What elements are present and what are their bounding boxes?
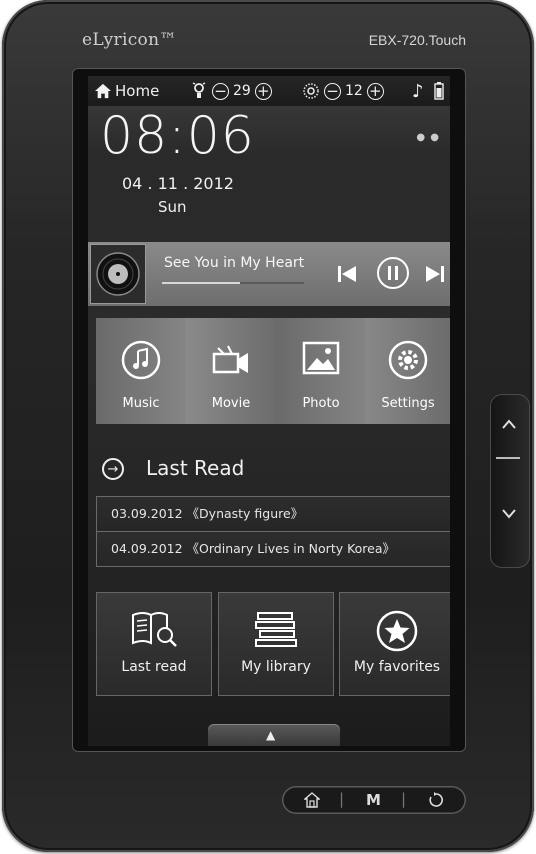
app-settings[interactable]: Settings (366, 318, 450, 424)
bulb-plus-button[interactable]: + (254, 82, 272, 100)
home-label: Home (115, 82, 160, 100)
music-note-icon (121, 340, 161, 380)
music-player-bar[interactable]: See You in My Heart (88, 242, 450, 306)
page-turn-keys (490, 394, 530, 568)
pause-button[interactable] (377, 257, 409, 289)
tile-my-favorites-label: My favorites (353, 659, 441, 675)
brightness-value: 12 (345, 83, 363, 99)
chevron-down-icon (502, 509, 516, 519)
nav-divider: | (401, 790, 407, 808)
model-name: EBX-720.Touch (368, 32, 466, 48)
screen-frame: Home − 29 + − 12 + ♪ 08:06 04 . 11 . 201… (72, 68, 466, 752)
app-movie[interactable]: Movie (186, 318, 276, 424)
home-outline-icon (303, 792, 321, 808)
bulb-minus-button[interactable]: − (212, 82, 229, 100)
tile-last-read[interactable]: Last read (96, 592, 212, 696)
app-launcher: Music Movie Photo Settings (96, 318, 450, 424)
sun-icon (303, 83, 319, 99)
last-read-item[interactable]: 03.09.2012 《Dynasty figure》 (96, 496, 450, 532)
tile-last-read-label: Last read (121, 659, 187, 675)
tile-my-library-label: My library (241, 659, 311, 675)
star-icon (376, 610, 418, 652)
brightness-minus-button[interactable]: − (324, 82, 341, 100)
pause-icon (388, 266, 398, 280)
hardware-menu-button[interactable]: M (366, 791, 381, 809)
app-photo-label: Photo (302, 396, 340, 411)
hardware-home-button[interactable] (303, 792, 321, 812)
pull-up-tab[interactable]: ▲ (208, 724, 340, 746)
song-title: See You in My Heart (164, 255, 305, 271)
page-indicator: ● ● (416, 132, 440, 143)
music-note-status-icon: ♪ (412, 80, 424, 102)
triangle-up-icon: ▲ (266, 728, 276, 742)
nav-divider: | (339, 790, 345, 808)
song-progress[interactable] (162, 282, 304, 284)
home-icon (95, 83, 111, 99)
brand-logo: eLyricon™ (82, 30, 177, 50)
app-movie-label: Movie (211, 396, 251, 411)
display: Home − 29 + − 12 + ♪ 08:06 04 . 11 . 201… (88, 76, 450, 746)
song-progress-fill (162, 282, 241, 284)
next-track-button[interactable] (426, 266, 444, 282)
clock-time: 08:06 (100, 106, 255, 166)
last-read-list: 03.09.2012 《Dynasty figure》 04.09.2012 《… (96, 496, 450, 567)
status-bar: Home − 29 + − 12 + ♪ (88, 76, 450, 107)
open-book-search-icon (132, 612, 177, 647)
previous-track-button[interactable] (338, 266, 356, 282)
rotate-icon (429, 792, 443, 807)
hardware-back-button[interactable] (428, 792, 444, 812)
clock-day: Sun (158, 198, 187, 216)
gear-icon (388, 340, 428, 380)
clock-date: 04 . 11 . 2012 (122, 174, 234, 193)
ereader-device: eLyricon™ EBX-720.Touch Home − 29 + − 12… (2, 0, 534, 852)
shortcut-tiles: Last read My library My favorites (96, 592, 450, 696)
vinyl-disc-icon (96, 252, 140, 296)
video-camera-icon (212, 345, 248, 374)
last-read-arrow-icon[interactable]: → (102, 458, 124, 480)
app-settings-label: Settings (381, 396, 435, 411)
key-divider (496, 457, 520, 459)
app-music-label: Music (122, 396, 160, 411)
app-photo[interactable]: Photo (276, 318, 366, 424)
home-button[interactable]: Home (94, 76, 159, 106)
books-stack-icon (255, 612, 297, 647)
tile-my-favorites[interactable]: My favorites (339, 592, 450, 696)
battery-icon (434, 76, 444, 106)
album-art[interactable] (90, 244, 146, 304)
last-read-item[interactable]: 04.09.2012 《Ordinary Lives in Norty Kore… (96, 532, 450, 567)
app-music[interactable]: Music (96, 318, 186, 424)
page-down-button[interactable] (502, 504, 516, 523)
photo-icon (302, 341, 340, 375)
page-up-button[interactable] (502, 414, 516, 433)
bulb-icon (192, 82, 206, 98)
brightness-control: − 12 + (302, 76, 384, 106)
brightness-plus-button[interactable]: + (366, 82, 384, 100)
frontlight-control: − 29 + (192, 76, 272, 106)
chevron-up-icon (502, 419, 516, 429)
last-read-title: Last Read (146, 456, 245, 480)
tile-my-library[interactable]: My library (218, 592, 334, 696)
bulb-value: 29 (233, 83, 251, 99)
hardware-nav-bar: | M | (282, 786, 466, 814)
